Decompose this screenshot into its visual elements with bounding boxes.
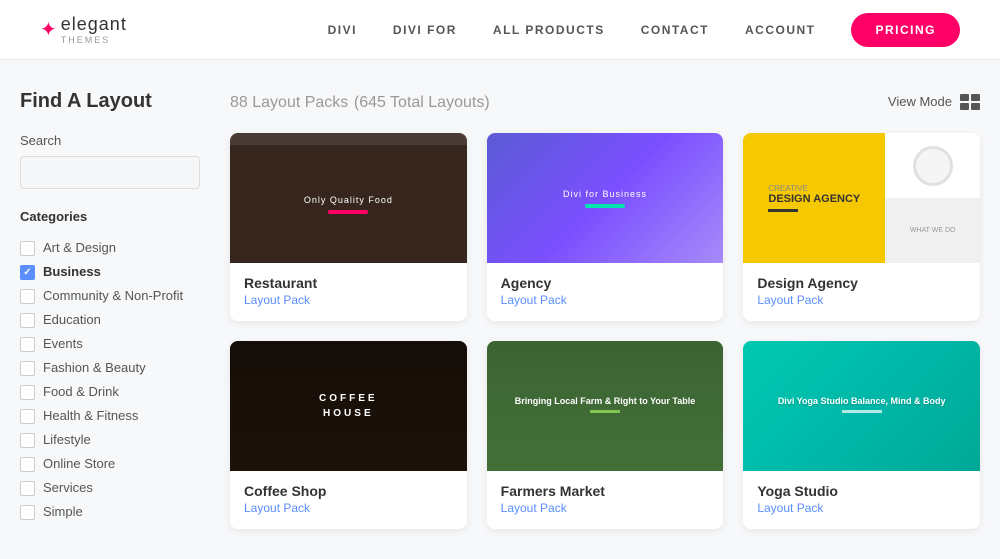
- checkbox-simple[interactable]: [20, 505, 35, 520]
- sidebar: Find A Layout Search Categories Art & De…: [20, 90, 200, 529]
- logo-text: elegant: [61, 14, 127, 34]
- nav-all-products[interactable]: ALL PRODUCTS: [493, 23, 605, 37]
- checkmark-business: ✓: [23, 267, 31, 278]
- card-body-yoga-studio: Yoga Studio Layout Pack: [743, 471, 980, 529]
- card-farmers-market[interactable]: Bringing Local Farm & Right to Your Tabl…: [487, 341, 724, 529]
- card-type-design-agency: Layout Pack: [757, 293, 966, 307]
- category-education[interactable]: Education: [20, 308, 200, 332]
- view-mode-icon: [960, 94, 980, 110]
- card-image-coffee-shop: COFFEE HOUSE: [230, 341, 467, 471]
- checkbox-online-store[interactable]: [20, 457, 35, 472]
- sidebar-title: Find A Layout: [20, 90, 200, 113]
- coffee-label: COFFEE HOUSE: [319, 393, 378, 419]
- card-yoga-studio[interactable]: Divi Yoga Studio Balance, Mind & Body Yo…: [743, 341, 980, 529]
- view-mode-toggle[interactable]: View Mode: [888, 94, 980, 110]
- checkbox-health[interactable]: [20, 409, 35, 424]
- yoga-content: Divi Yoga Studio Balance, Mind & Body: [770, 388, 954, 425]
- card-body-coffee-shop: Coffee Shop Layout Pack: [230, 471, 467, 529]
- category-community[interactable]: Community & Non-Profit: [20, 284, 200, 308]
- checkbox-community[interactable]: [20, 289, 35, 304]
- view-mode-label: View Mode: [888, 94, 952, 109]
- card-body-farmers-market: Farmers Market Layout Pack: [487, 471, 724, 529]
- category-business[interactable]: ✓ Business: [20, 260, 200, 284]
- card-body-restaurant: Restaurant Layout Pack: [230, 263, 467, 321]
- card-type-agency: Layout Pack: [501, 293, 710, 307]
- card-design-agency[interactable]: CREATIVE DESIGN AGENCY WHAT WE DO: [743, 133, 980, 321]
- card-name-agency: Agency: [501, 275, 710, 291]
- main-container: Find A Layout Search Categories Art & De…: [0, 60, 1000, 559]
- nav-divi[interactable]: DIVI: [328, 23, 357, 37]
- card-name-design-agency: Design Agency: [757, 275, 966, 291]
- category-fashion[interactable]: Fashion & Beauty: [20, 356, 200, 380]
- agency-mockup: Divi for Business: [487, 133, 724, 263]
- category-events[interactable]: Events: [20, 332, 200, 356]
- checkbox-lifestyle[interactable]: [20, 433, 35, 448]
- main-content: 88 Layout Packs (645 Total Layouts) View…: [230, 90, 980, 529]
- restaurant-mockup: Only Quality Food: [230, 133, 467, 263]
- layout-grid: Only Quality Food Restaurant Layout Pack: [230, 133, 980, 529]
- card-body-agency: Agency Layout Pack: [487, 263, 724, 321]
- checkbox-food[interactable]: [20, 385, 35, 400]
- category-art-design[interactable]: Art & Design: [20, 236, 200, 260]
- category-online-store[interactable]: Online Store: [20, 452, 200, 476]
- main-nav: DIVI DIVI FOR ALL PRODUCTS CONTACT ACCOU…: [328, 13, 960, 47]
- card-type-coffee-shop: Layout Pack: [244, 501, 453, 515]
- card-agency[interactable]: Divi for Business Agency Layout Pack: [487, 133, 724, 321]
- card-type-restaurant: Layout Pack: [244, 293, 453, 307]
- card-name-coffee-shop: Coffee Shop: [244, 483, 453, 499]
- farmers-content: Bringing Local Farm & Right to Your Tabl…: [507, 388, 704, 425]
- checkbox-education[interactable]: [20, 313, 35, 328]
- card-image-design-agency: CREATIVE DESIGN AGENCY WHAT WE DO: [743, 133, 980, 263]
- card-type-yoga-studio: Layout Pack: [757, 501, 966, 515]
- card-body-design-agency: Design Agency Layout Pack: [743, 263, 980, 321]
- card-name-restaurant: Restaurant: [244, 275, 453, 291]
- card-name-farmers-market: Farmers Market: [501, 483, 710, 499]
- card-name-yoga-studio: Yoga Studio: [757, 483, 966, 499]
- checkbox-services[interactable]: [20, 481, 35, 496]
- logo-star: ✦: [40, 17, 57, 42]
- checkbox-art-design[interactable]: [20, 241, 35, 256]
- logo-subtext: themes: [61, 35, 127, 45]
- nav-divi-for[interactable]: DIVI FOR: [393, 23, 457, 37]
- checkbox-events[interactable]: [20, 337, 35, 352]
- pricing-button[interactable]: PRICING: [851, 13, 960, 47]
- categories-title: Categories: [20, 209, 200, 224]
- checkbox-business[interactable]: ✓: [20, 265, 35, 280]
- card-image-agency: Divi for Business: [487, 133, 724, 263]
- category-health[interactable]: Health & Fitness: [20, 404, 200, 428]
- card-type-farmers-market: Layout Pack: [501, 501, 710, 515]
- main-header: ✦ elegant themes DIVI DIVI FOR ALL PRODU…: [0, 0, 1000, 60]
- card-image-yoga-studio: Divi Yoga Studio Balance, Mind & Body: [743, 341, 980, 471]
- content-title: 88 Layout Packs (645 Total Layouts): [230, 90, 490, 113]
- card-coffee-shop[interactable]: COFFEE HOUSE Coffee Shop Layout Pack: [230, 341, 467, 529]
- nav-contact[interactable]: CONTACT: [641, 23, 709, 37]
- category-lifestyle[interactable]: Lifestyle: [20, 428, 200, 452]
- content-header: 88 Layout Packs (645 Total Layouts) View…: [230, 90, 980, 113]
- search-input[interactable]: [20, 156, 200, 189]
- category-simple[interactable]: Simple: [20, 500, 200, 524]
- category-food[interactable]: Food & Drink: [20, 380, 200, 404]
- card-image-farmers-market: Bringing Local Farm & Right to Your Tabl…: [487, 341, 724, 471]
- category-services[interactable]: Services: [20, 476, 200, 500]
- card-restaurant[interactable]: Only Quality Food Restaurant Layout Pack: [230, 133, 467, 321]
- nav-account[interactable]: ACCOUNT: [745, 23, 816, 37]
- search-label: Search: [20, 133, 200, 148]
- checkbox-fashion[interactable]: [20, 361, 35, 376]
- logo[interactable]: ✦ elegant themes: [40, 14, 127, 45]
- card-image-restaurant: Only Quality Food: [230, 133, 467, 263]
